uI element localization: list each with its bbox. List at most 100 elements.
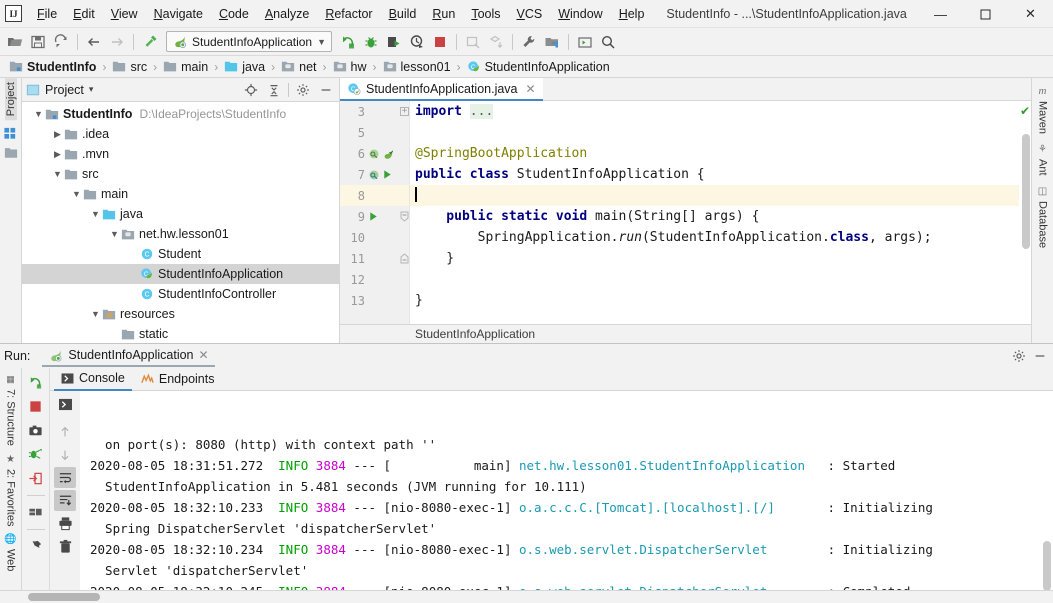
project-scope-chevron-icon[interactable]: ▾ [89,84,94,95]
sidebar-item-project[interactable]: Project [5,78,17,120]
gutter-line-9[interactable]: 9 [340,206,409,227]
chevron-right-icon[interactable]: ▶ [51,124,64,144]
pin-icon[interactable] [25,536,47,557]
breadcrumb-item-lesson01[interactable]: lesson01 [380,60,454,74]
menu-build[interactable]: Build [381,3,425,25]
hide-panel-icon[interactable] [317,81,335,99]
menu-view[interactable]: View [103,3,146,25]
tree-item-studentinfoapplication[interactable]: CStudentInfoApplication [22,264,339,284]
console-toggle-icon[interactable] [54,394,76,415]
code-line-3[interactable]: import ... [410,101,1019,122]
menu-refactor[interactable]: Refactor [317,3,380,25]
breadcrumb-item-src[interactable]: src [109,60,150,74]
tree-item-java[interactable]: ▼java [22,204,339,224]
run-tab-studentinfoapplication[interactable]: StudentInfoApplication ✕ [42,346,214,367]
menu-navigate[interactable]: Navigate [146,3,211,25]
gutter-marks[interactable] [365,253,409,264]
menu-edit[interactable]: Edit [65,3,103,25]
fold-expand-icon[interactable]: + [400,107,409,116]
code-line-12[interactable] [410,269,1019,290]
code-line-11[interactable]: } [410,248,1019,269]
editor-gutter[interactable]: 3+5678910111213 [340,101,410,324]
run-icon[interactable] [337,31,359,53]
chevron-down-icon[interactable]: ▼ [70,184,83,204]
tree-item-net-hw-lesson01[interactable]: ▼net.hw.lesson01 [22,224,339,244]
hide-panel-icon[interactable] [1031,347,1049,365]
stop-icon[interactable] [429,31,451,53]
gutter-line-11[interactable]: 11 [340,248,409,269]
console-tab-endpoints[interactable]: Endpoints [134,368,222,391]
code-line-5[interactable] [410,122,1019,143]
chevron-down-icon[interactable]: ▼ [32,104,45,124]
code-line-13[interactable]: } [410,290,1019,311]
run-arrow-icon[interactable] [368,211,379,222]
tree-item-student[interactable]: CStudent [22,244,339,264]
save-all-icon[interactable] [27,31,49,53]
tree-item-static[interactable]: static [22,324,339,343]
close-button[interactable]: ✕ [1008,0,1053,28]
tree-item-src[interactable]: ▼src [22,164,339,184]
menu-file[interactable]: File [29,3,65,25]
profiler-icon[interactable] [406,31,428,53]
settings-wrench-icon[interactable] [518,31,540,53]
console-scrollbar[interactable] [1043,541,1051,590]
up-arrow-icon[interactable] [54,421,76,442]
code-line-9[interactable]: public static void main(String[] args) { [410,206,1019,227]
menu-tools[interactable]: Tools [463,3,508,25]
tree-item-studentinfocontroller[interactable]: CStudentInfoController [22,284,339,304]
tree-item-studentinfo[interactable]: ▼StudentInfoD:\IdeaProjects\StudentInfo [22,104,339,124]
gear-icon[interactable] [294,81,312,99]
code-line-8[interactable] [410,185,1019,206]
menu-analyze[interactable]: Analyze [257,3,317,25]
close-icon[interactable]: ✕ [199,348,209,362]
chevron-down-icon[interactable]: ▼ [89,204,102,224]
minimize-button[interactable]: — [918,0,963,28]
menu-run[interactable]: Run [424,3,463,25]
down-arrow-icon[interactable] [54,444,76,465]
layout-icon[interactable] [25,502,47,523]
gutter-marks[interactable]: + [365,107,409,116]
horizontal-scrollbar[interactable] [28,593,100,601]
editor-scrollbar[interactable] [1022,134,1030,249]
gutter-marks[interactable] [365,148,409,160]
tree-item--idea[interactable]: ▶.idea [22,124,339,144]
back-arrow-icon[interactable] [83,31,105,53]
gutter-marks[interactable] [365,211,409,222]
menu-code[interactable]: Code [211,3,257,25]
code-area[interactable]: 3+5678910111213 import ...@SpringBootApp… [340,101,1031,324]
build-hammer-icon[interactable] [139,31,161,53]
maximize-button[interactable] [963,0,1008,28]
soft-wrap-icon[interactable] [54,467,76,488]
run-arrow-icon[interactable] [382,169,393,180]
menu-vcs[interactable]: VCS [509,3,551,25]
tree-item--mvn[interactable]: ▶.mvn [22,144,339,164]
breadcrumb-item-main[interactable]: main [160,60,211,74]
sidebar-item-web[interactable]: 🌐 Web [4,530,16,575]
tree-item-resources[interactable]: ▼resources [22,304,339,324]
breadcrumb-item-studentinfo[interactable]: StudentInfo [6,60,99,74]
breadcrumb-item-java[interactable]: java [221,60,268,74]
debug-icon[interactable] [360,31,382,53]
gutter-line-10[interactable]: 10 [340,227,409,248]
close-icon[interactable]: ✕ [526,82,536,96]
gutter-line-8[interactable]: 8 [340,185,409,206]
spring-bean-icon[interactable] [382,148,394,160]
marker-bar[interactable]: ✔ [1019,101,1031,324]
gear-icon[interactable] [1010,347,1028,365]
fold-end-icon[interactable] [400,253,409,264]
thread-dump-icon[interactable] [25,444,47,465]
sidebar-item-maven[interactable]: m Maven [1037,80,1049,139]
terminal-icon[interactable] [574,31,596,53]
menu-window[interactable]: Window [550,3,610,25]
project-structure-icon[interactable] [541,31,563,53]
gutter-line-7[interactable]: 7 [340,164,409,185]
spring-class-icon[interactable] [368,169,380,181]
breadcrumb-item-net[interactable]: net [278,60,319,74]
tree-item-main[interactable]: ▼main [22,184,339,204]
editor-tab-studentinfoapplication[interactable]: C StudentInfoApplication.java ✕ [340,78,543,101]
camera-dump-icon[interactable] [25,420,47,441]
sidebar-item-favorites[interactable]: ★ 2: Favorites [5,450,17,530]
run-coverage-icon[interactable] [383,31,405,53]
gutter-line-12[interactable]: 12 [340,269,409,290]
chevron-down-icon[interactable]: ▼ [89,304,102,324]
